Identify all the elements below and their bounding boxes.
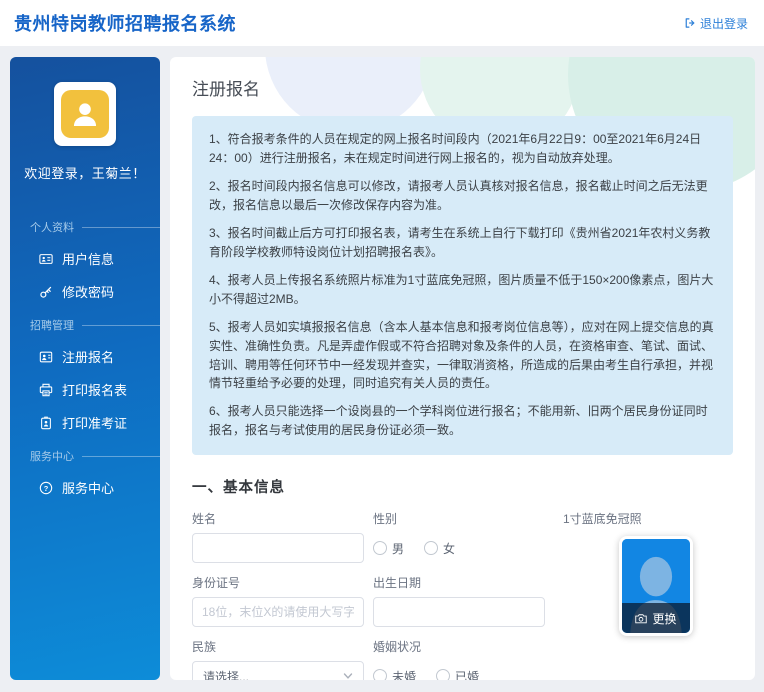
name-input[interactable] bbox=[192, 533, 364, 563]
sidebar-item-change-password[interactable]: 修改密码 bbox=[10, 275, 160, 308]
sidebar: 欢迎登录，王菊兰！ 个人资料 用户信息 修改密码 招聘管理 bbox=[10, 57, 160, 680]
user-avatar-icon bbox=[61, 90, 109, 138]
marital-single-label: 未婚 bbox=[392, 668, 416, 680]
logout-label: 退出登录 bbox=[700, 15, 748, 32]
sidebar-item-label: 修改密码 bbox=[62, 282, 114, 301]
page-title: 注册报名 bbox=[192, 75, 733, 100]
avatar bbox=[54, 82, 116, 146]
birth-date-input[interactable] bbox=[373, 597, 545, 627]
id-number-field-group: 身份证号 bbox=[192, 574, 364, 627]
logout-icon bbox=[684, 17, 696, 29]
marital-label: 婚姻状况 bbox=[373, 638, 545, 655]
sidebar-item-label: 打印报名表 bbox=[62, 380, 127, 399]
marital-single-radio[interactable]: 未婚 bbox=[373, 668, 416, 680]
notice-paragraph: 5、报考人员如实填报报名信息（含本人基本信息和报考岗位信息等），应对在网上提交信… bbox=[209, 318, 716, 394]
birth-date-field-group: 出生日期 bbox=[373, 574, 545, 627]
change-photo-label: 更换 bbox=[652, 610, 676, 627]
id-number-label: 身份证号 bbox=[192, 574, 364, 591]
notice-paragraph: 2、报名时间段内报名信息可以修改，请报考人员认真核对报名信息，报名截止时间之后无… bbox=[209, 177, 716, 215]
welcome-text: 欢迎登录，王菊兰！ bbox=[10, 163, 160, 182]
id-number-input[interactable] bbox=[192, 597, 364, 627]
name-field-group: 姓名 bbox=[192, 510, 364, 563]
sidebar-item-service-center[interactable]: ? 服务中心 bbox=[10, 471, 160, 504]
svg-text:?: ? bbox=[44, 483, 49, 492]
sidebar-item-print-ticket[interactable]: 打印准考证 bbox=[10, 406, 160, 439]
sidebar-item-user-info[interactable]: 用户信息 bbox=[10, 242, 160, 275]
gender-label: 性别 bbox=[373, 510, 545, 527]
notice-paragraph: 6、报考人员只能选择一个设岗县的一个学科岗位进行报名；不能用新、旧两个居民身份证… bbox=[209, 402, 716, 440]
camera-icon bbox=[635, 613, 647, 624]
gender-male-radio[interactable]: 男 bbox=[373, 540, 404, 557]
photo-column: 1寸蓝底免冠照 更换 bbox=[563, 510, 713, 680]
ethnicity-selected-value: 请选择... bbox=[203, 668, 249, 680]
notice-paragraph: 4、报考人员上传报名系统照片标准为1寸蓝底免冠照，图片质量不低于150×200像… bbox=[209, 271, 716, 309]
marital-married-label: 已婚 bbox=[455, 668, 479, 680]
chevron-down-icon bbox=[343, 671, 353, 680]
app-title: 贵州特岗教师招聘报名系统 bbox=[14, 10, 236, 36]
contact-card-icon bbox=[39, 350, 53, 364]
sidebar-item-label: 注册报名 bbox=[62, 347, 114, 366]
layout: 欢迎登录，王菊兰！ 个人资料 用户信息 修改密码 招聘管理 bbox=[0, 46, 764, 680]
notice-paragraph: 1、符合报考条件的人员在规定的网上报名时间段内（2021年6月22日9：00至2… bbox=[209, 130, 716, 168]
id-photo: 更换 bbox=[619, 536, 693, 636]
key-icon bbox=[39, 285, 53, 299]
logout-button[interactable]: 退出登录 bbox=[684, 15, 748, 32]
sidebar-nav: 个人资料 用户信息 修改密码 招聘管理 注册报名 bbox=[10, 210, 160, 504]
printer-icon bbox=[39, 383, 53, 397]
nav-section-service: 服务中心 bbox=[10, 439, 160, 471]
ethnicity-select[interactable]: 请选择... bbox=[192, 661, 364, 680]
sidebar-item-register[interactable]: 注册报名 bbox=[10, 340, 160, 373]
top-bar: 贵州特岗教师招聘报名系统 退出登录 bbox=[0, 0, 764, 46]
ethnicity-label: 民族 bbox=[192, 638, 364, 655]
gender-female-label: 女 bbox=[443, 540, 455, 557]
id-badge-icon bbox=[39, 416, 53, 430]
gender-field-group: 性别 男 女 bbox=[373, 510, 545, 563]
sidebar-item-label: 打印准考证 bbox=[62, 413, 127, 432]
ethnicity-field-group: 民族 请选择... bbox=[192, 638, 364, 680]
radio-circle-icon bbox=[436, 669, 450, 680]
sidebar-item-label: 用户信息 bbox=[62, 249, 114, 268]
marital-field-group: 婚姻状况 未婚 已婚 bbox=[373, 638, 545, 680]
sidebar-item-print-form[interactable]: 打印报名表 bbox=[10, 373, 160, 406]
photo-label: 1寸蓝底免冠照 bbox=[563, 510, 713, 527]
id-card-icon bbox=[39, 252, 53, 266]
gender-male-label: 男 bbox=[392, 540, 404, 557]
name-label: 姓名 bbox=[192, 510, 364, 527]
change-photo-button[interactable]: 更换 bbox=[622, 603, 690, 633]
nav-section-recruit: 招聘管理 bbox=[10, 308, 160, 340]
main-panel: 注册报名 1、符合报考条件的人员在规定的网上报名时间段内（2021年6月22日9… bbox=[170, 57, 755, 680]
question-circle-icon: ? bbox=[39, 481, 53, 495]
sidebar-item-label: 服务中心 bbox=[62, 478, 114, 497]
radio-circle-icon bbox=[424, 541, 438, 555]
marital-married-radio[interactable]: 已婚 bbox=[436, 668, 479, 680]
basic-info-form: 姓名 性别 男 女 bbox=[192, 510, 733, 680]
radio-circle-icon bbox=[373, 669, 387, 680]
basic-info-section-title: 一、基本信息 bbox=[192, 476, 733, 497]
gender-female-radio[interactable]: 女 bbox=[424, 540, 455, 557]
notice-paragraph: 3、报名时间截止后方可打印报名表，请考生在系统上自行下载打印《贵州省2021年农… bbox=[209, 224, 716, 262]
birth-date-label: 出生日期 bbox=[373, 574, 545, 591]
notice-box: 1、符合报考条件的人员在规定的网上报名时间段内（2021年6月22日9：00至2… bbox=[192, 116, 733, 455]
radio-circle-icon bbox=[373, 541, 387, 555]
nav-section-personal: 个人资料 bbox=[10, 210, 160, 242]
